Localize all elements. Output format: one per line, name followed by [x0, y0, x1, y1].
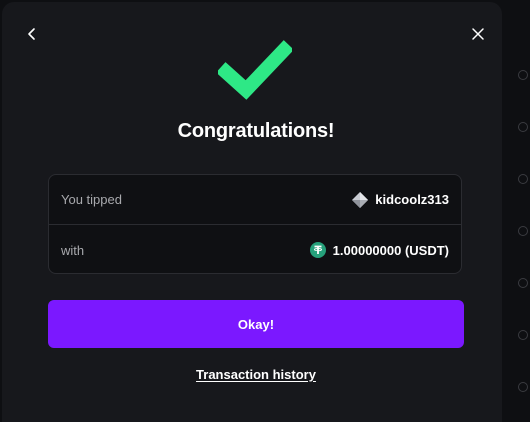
with-label: with	[61, 242, 85, 258]
amount-value: 1.00000000 (USDT)	[309, 242, 449, 258]
checkmark-icon	[218, 40, 292, 100]
diamond-rank-icon	[352, 191, 369, 208]
tipped-row: You tipped kidcoolz313	[49, 175, 461, 225]
success-title: Congratulations!	[177, 120, 335, 142]
tip-success-modal: Congratulations! You tipped kidcoolz313 …	[2, 2, 502, 422]
recipient-name: kidcoolz313	[375, 192, 449, 207]
tipped-label: You tipped	[61, 192, 122, 207]
back-button[interactable]	[20, 22, 44, 46]
chevron-left-icon	[28, 28, 35, 40]
with-row: with 1.00000000 (USDT)	[49, 225, 461, 275]
okay-button[interactable]: Okay!	[48, 300, 464, 348]
close-icon	[472, 28, 484, 40]
tip-summary-card: You tipped kidcoolz313 with 1.00000000 (…	[48, 174, 462, 274]
usdt-tether-icon	[309, 242, 326, 258]
recipient-value: kidcoolz313	[352, 191, 449, 208]
amount-text: 1.00000000 (USDT)	[332, 242, 449, 258]
transaction-history-link[interactable]: Transaction history	[2, 367, 510, 382]
background-edge	[516, 60, 530, 420]
close-button[interactable]	[466, 22, 490, 46]
